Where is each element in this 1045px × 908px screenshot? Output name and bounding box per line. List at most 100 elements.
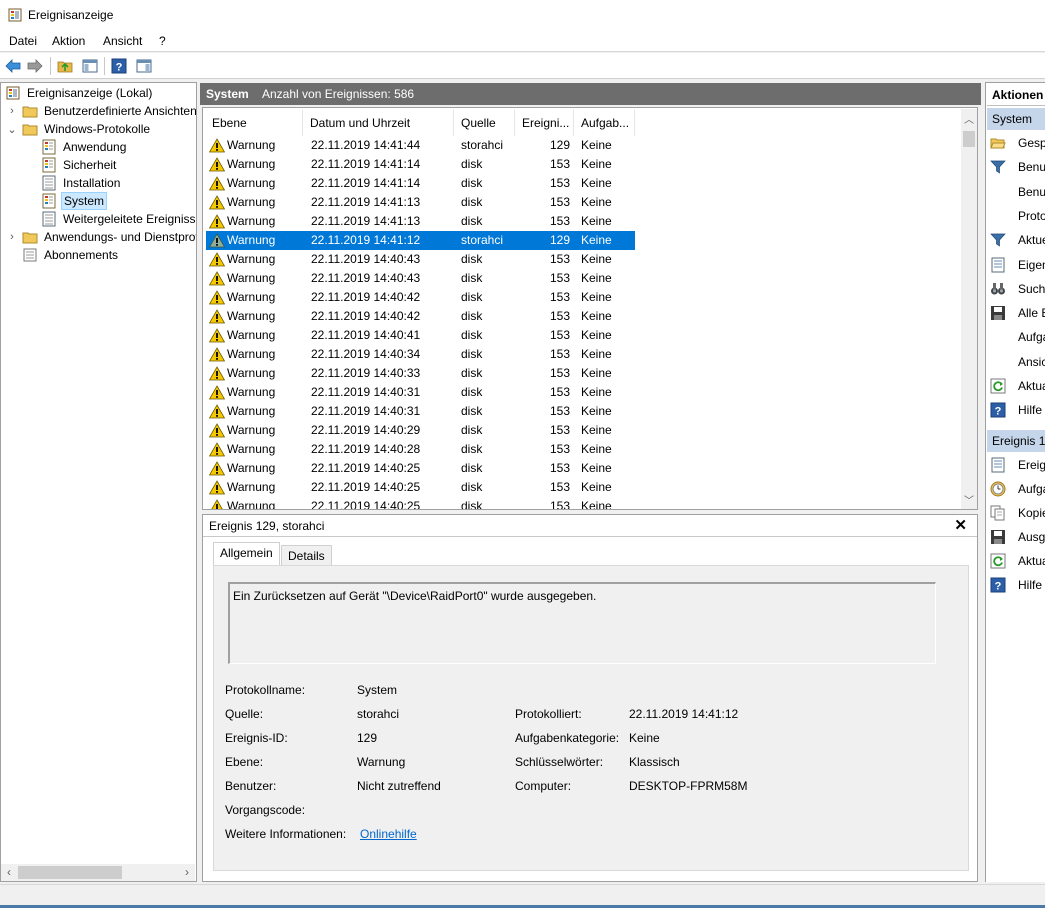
action-item[interactable]: Ansicht [990, 351, 1045, 373]
log-header: System Anzahl von Ereignissen: 586 [200, 83, 981, 105]
event-row[interactable]: Warnung 22.11.2019 14:41:44 storahci 129 Kei… [206, 136, 635, 155]
action-item[interactable]: Gespeicherte Protokolldatei öffnen... [990, 132, 1045, 154]
event-row[interactable]: Warnung 22.11.2019 14:40:42 disk 153 Keine [206, 307, 635, 326]
tree-item-anwendung[interactable]: Anwendung [41, 138, 128, 156]
action-item[interactable]: Suchen... [990, 278, 1045, 300]
label-source: Quelle: [225, 707, 264, 721]
actions-system-header[interactable]: System [987, 108, 1045, 130]
event-row[interactable]: Warnung 22.11.2019 14:40:43 disk 153 Keine [206, 250, 635, 269]
tree-item-installation[interactable]: Installation [41, 174, 122, 192]
action-item[interactable]: ? Hilfe [990, 574, 1042, 596]
chevron-right-icon[interactable]: › [7, 228, 17, 246]
event-row[interactable]: Warnung 22.11.2019 14:40:43 disk 153 Keine [206, 269, 635, 288]
scroll-left-icon[interactable]: ‹ [1, 864, 17, 881]
event-row[interactable]: Warnung 22.11.2019 14:40:42 disk 153 Keine [206, 288, 635, 307]
action-item[interactable]: Aktuelles Protokoll filtern... [990, 229, 1045, 251]
action-item[interactable]: Ereigniseigenschaften [990, 454, 1045, 476]
tree-item-sicherheit[interactable]: Sicherheit [41, 156, 118, 174]
tree-item-custom-views[interactable]: Benutzerdefinierte Ansichten [22, 102, 196, 120]
action-item[interactable]: Eigenschaften [990, 254, 1045, 276]
event-level: Warnung [227, 271, 276, 285]
show-hide-tree-icon[interactable] [80, 56, 100, 76]
event-level: Warnung [227, 290, 276, 304]
menu-datei[interactable]: Datei [9, 34, 37, 48]
menu-help[interactable]: ? [159, 34, 166, 48]
column-header-datetime[interactable]: Datum und Uhrzeit [304, 110, 454, 136]
event-row[interactable]: Warnung 22.11.2019 14:41:13 disk 153 Keine [206, 193, 635, 212]
event-row[interactable]: Warnung 22.11.2019 14:40:31 disk 153 Keine [206, 402, 635, 421]
event-row[interactable]: Warnung 22.11.2019 14:40:33 disk 153 Keine [206, 364, 635, 383]
event-row[interactable]: Warnung 22.11.2019 14:40:25 disk 153 Keine [206, 497, 635, 509]
scroll-down-icon[interactable]: ﹀ [961, 492, 977, 507]
event-row[interactable]: Warnung 22.11.2019 14:40:25 disk 153 Keine [206, 478, 635, 497]
event-row[interactable]: Warnung 22.11.2019 14:41:13 disk 153 Keine [206, 212, 635, 231]
tree-item-subscriptions[interactable]: Abonnements [22, 246, 120, 264]
chevron-down-icon[interactable]: ⌄ [7, 120, 17, 138]
action-item[interactable]: Aktualisieren [990, 375, 1045, 397]
event-datetime: 22.11.2019 14:40:34 [311, 347, 421, 361]
event-datetime: 22.11.2019 14:40:31 [311, 385, 421, 399]
forward-arrow-icon[interactable] [25, 56, 45, 76]
event-row[interactable]: Warnung 22.11.2019 14:40:28 disk 153 Keine [206, 440, 635, 459]
column-header-event-id[interactable]: Ereigni... [516, 110, 574, 136]
log-icon [42, 193, 56, 209]
warning-icon [209, 404, 225, 419]
menu-aktion[interactable]: Aktion [52, 34, 85, 48]
scroll-thumb[interactable] [18, 866, 122, 879]
tree-item-root[interactable]: Ereignisanzeige (Lokal) [5, 84, 154, 102]
event-row[interactable]: Warnung 22.11.2019 14:41:14 disk 153 Keine [206, 174, 635, 193]
chevron-right-icon[interactable]: › [7, 102, 17, 120]
action-item[interactable]: Protokoll löschen... [990, 205, 1045, 227]
event-source: disk [461, 271, 483, 285]
back-arrow-icon[interactable] [3, 56, 23, 76]
event-task: Keine [581, 271, 612, 285]
value-task-category: Keine [629, 731, 660, 745]
event-row[interactable]: Warnung 22.11.2019 14:40:25 disk 153 Keine [206, 459, 635, 478]
folder-up-icon[interactable] [55, 56, 75, 76]
column-header-source[interactable]: Quelle [455, 110, 515, 136]
event-datetime: 22.11.2019 14:40:42 [311, 290, 421, 304]
label-keywords: Schlüsselwörter: [515, 755, 604, 769]
tab-details[interactable]: Details [281, 545, 332, 567]
label-logged: Protokolliert: [515, 707, 582, 721]
action-item[interactable]: Ausgewählte Ereignisse speichern... [990, 526, 1045, 548]
event-datetime: 22.11.2019 14:40:25 [311, 461, 421, 475]
value-level: Warnung [357, 755, 406, 769]
tab-allgemein[interactable]: Allgemein [213, 542, 280, 566]
event-row[interactable]: Warnung 22.11.2019 14:40:29 disk 153 Keine [206, 421, 635, 440]
tree-horizontal-scrollbar[interactable]: ‹ › [1, 864, 195, 881]
event-row[interactable]: Warnung 22.11.2019 14:40:31 disk 153 Keine [206, 383, 635, 402]
tree-item-app-services[interactable]: Anwendungs- und Dienstprotokolle [22, 228, 196, 246]
scroll-right-icon[interactable]: › [179, 864, 195, 881]
column-header-level[interactable]: Ebene [206, 110, 303, 136]
action-item[interactable]: Kopieren [990, 502, 1045, 524]
action-item[interactable]: Benutzerdefinierte Ansicht erstellen... [990, 156, 1045, 178]
event-row[interactable]: Warnung 22.11.2019 14:41:14 disk 153 Keine [206, 155, 635, 174]
action-item[interactable]: ? Hilfe [990, 399, 1042, 421]
event-datetime: 22.11.2019 14:40:29 [311, 423, 421, 437]
close-icon[interactable]: ✕ [954, 516, 967, 534]
action-pane-icon[interactable] [134, 56, 154, 76]
action-item[interactable]: Aktualisieren [990, 550, 1045, 572]
event-row[interactable]: Warnung 22.11.2019 14:40:41 disk 153 Keine [206, 326, 635, 345]
action-item[interactable]: Alle Ereignisse speichern unter... [990, 302, 1045, 324]
actions-event-header[interactable]: Ereignis 129, storahci [987, 430, 1045, 452]
tree-item-windows-logs[interactable]: Windows-Protokolle [22, 120, 152, 138]
action-item[interactable]: Benutzerdefinierte Ansicht importieren..… [990, 181, 1045, 203]
event-list-vertical-scrollbar[interactable]: ︿ ﹀ [961, 109, 977, 509]
help-icon[interactable]: ? [109, 56, 129, 76]
scroll-up-icon[interactable]: ︿ [961, 111, 977, 126]
tree-item-forwarded-events[interactable]: Weitergeleitete Ereignisse [41, 210, 196, 228]
event-row[interactable]: Warnung 22.11.2019 14:41:12 storahci 129 Kei… [206, 231, 635, 250]
tree-item-system[interactable]: System [41, 192, 108, 210]
menu-ansicht[interactable]: Ansicht [103, 34, 142, 48]
action-item[interactable]: Aufgabe an dieses Protokoll anfügen... [990, 326, 1045, 348]
event-datetime: 22.11.2019 14:41:13 [311, 214, 421, 228]
column-header-task[interactable]: Aufgab... [575, 110, 635, 136]
scroll-thumb[interactable] [963, 131, 975, 147]
event-row[interactable]: Warnung 22.11.2019 14:40:34 disk 153 Keine [206, 345, 635, 364]
online-help-link[interactable]: Onlinehilfe [360, 827, 417, 841]
action-item[interactable]: Aufgabe an dieses Ereignis anfügen... [990, 478, 1045, 500]
event-datetime: 22.11.2019 14:41:44 [311, 138, 421, 152]
value-user: Nicht zutreffend [357, 779, 441, 793]
